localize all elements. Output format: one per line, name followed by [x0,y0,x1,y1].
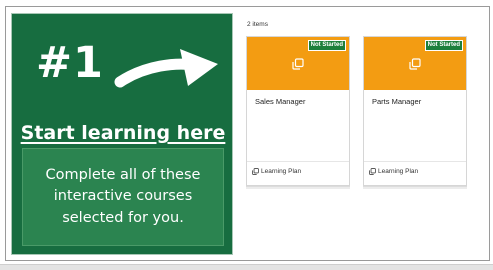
card-type-label: Learning Plan [378,168,419,175]
card-divider [364,161,466,162]
learning-plan-icon [369,168,376,175]
status-badge: Not Started [307,40,346,51]
start-learning-link[interactable]: Start learning here [12,122,234,144]
card-footer: Learning Plan [252,168,301,175]
promo-description: Complete all of these interactive course… [45,167,201,226]
card-title: Parts Manager [372,97,422,106]
learning-plan-icon [409,58,421,70]
card-divider [247,161,349,162]
learning-plan-icon [252,168,259,175]
promo-description-box: Complete all of these interactive course… [22,148,224,246]
course-card[interactable]: Not Started Sales Manager Learning Plan [246,36,350,186]
items-count: 2 items [247,21,268,28]
card-footer: Learning Plan [369,168,418,175]
status-badge: Not Started [424,40,463,51]
card-cover: Not Started [364,37,466,90]
card-type-label: Learning Plan [261,168,302,175]
card-title: Sales Manager [255,97,306,106]
card-cover: Not Started [247,37,349,90]
course-card[interactable]: Not Started Parts Manager Learning Plan [363,36,467,186]
arrow-right-icon [114,49,218,88]
promo-banner: #1 Start learning here Complete all of t… [11,13,233,255]
learning-plan-icon [292,58,304,70]
promo-number: #1 [36,38,104,88]
horizontal-scrollbar[interactable] [0,264,493,270]
